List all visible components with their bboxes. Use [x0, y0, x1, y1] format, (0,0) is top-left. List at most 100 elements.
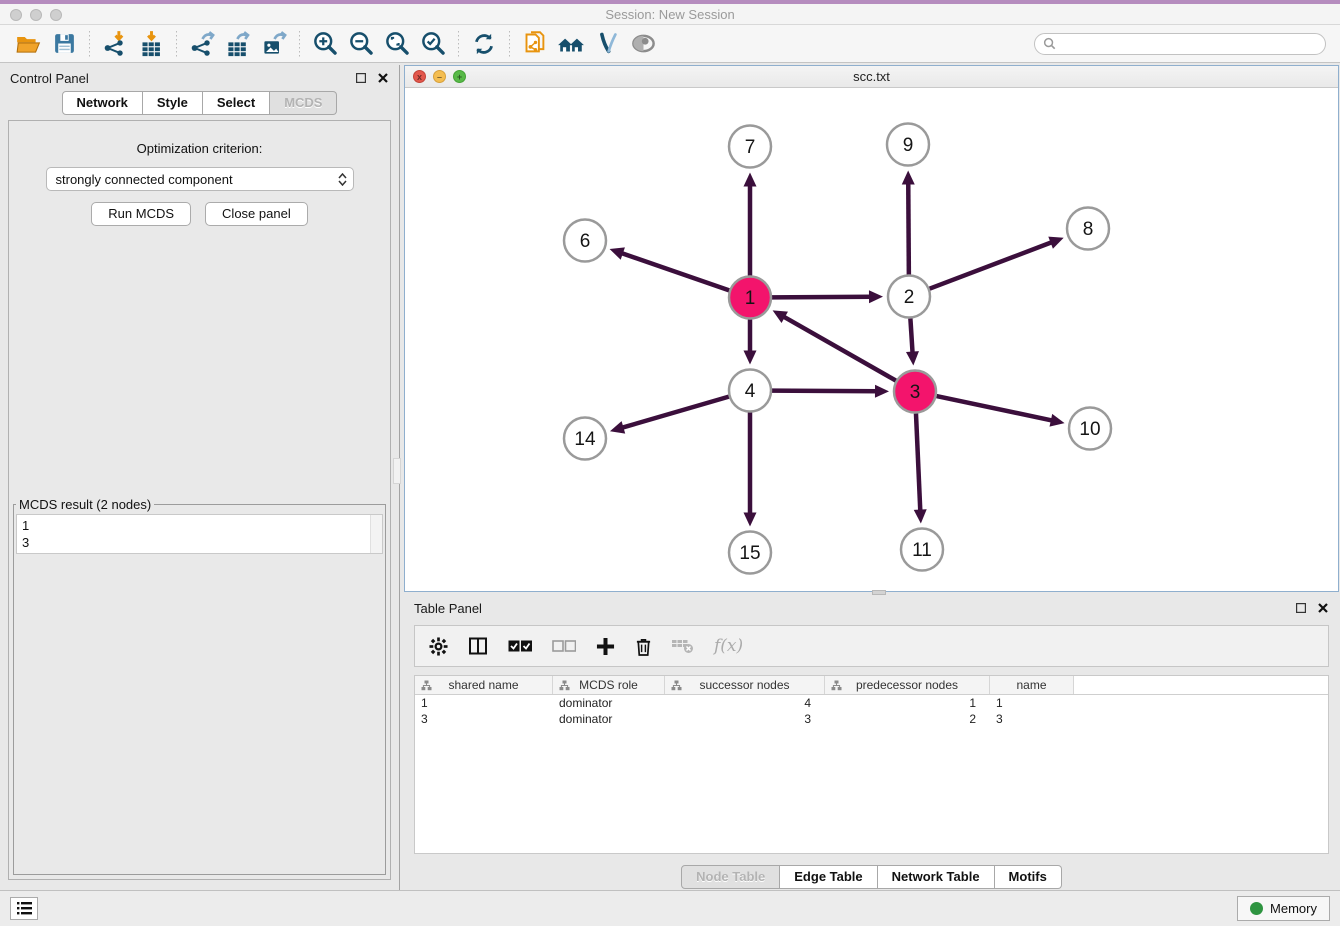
zoom-out-button[interactable] — [343, 28, 379, 60]
refresh-button[interactable] — [466, 28, 502, 60]
edge-3-1[interactable] — [781, 315, 896, 380]
table-row[interactable]: 1dominator411 — [415, 695, 1328, 711]
export-image-button[interactable] — [256, 28, 292, 60]
deselect-all-columns-button[interactable] — [552, 640, 576, 653]
float-panel-button[interactable] — [355, 72, 367, 84]
open-session-button[interactable] — [10, 28, 46, 60]
close-network-button[interactable]: x — [413, 70, 426, 83]
node-7[interactable]: 7 — [729, 126, 771, 168]
zoom-fit-button[interactable] — [379, 28, 415, 60]
tab-mcds[interactable]: MCDS — [270, 91, 337, 115]
criterion-select[interactable]: strongly connected component — [46, 167, 354, 191]
close-panel-button[interactable] — [377, 72, 389, 84]
checked-boxes-icon — [508, 640, 532, 653]
node-4[interactable]: 4 — [729, 370, 771, 412]
column-header-MCDS-role[interactable]: MCDS role — [553, 676, 665, 694]
import-table-button[interactable] — [133, 28, 169, 60]
zoom-selected-button[interactable] — [415, 28, 451, 60]
edge-2-3[interactable] — [910, 318, 912, 355]
minimize-window-button[interactable] — [30, 9, 42, 21]
run-mcds-button[interactable]: Run MCDS — [91, 202, 191, 226]
splitter-grip[interactable] — [393, 458, 401, 484]
add-column-button[interactable] — [596, 637, 615, 656]
node-1[interactable]: 1 — [729, 277, 771, 319]
cell-name[interactable]: 1 — [990, 695, 1074, 711]
cell-shared-name[interactable]: 1 — [415, 695, 553, 711]
node-3[interactable]: 3 — [894, 371, 936, 413]
close-table-panel-button[interactable] — [1317, 602, 1329, 614]
window-title: Session: New Session — [605, 7, 734, 22]
node-11[interactable]: 11 — [901, 529, 943, 571]
cell-name[interactable]: 3 — [990, 711, 1074, 727]
memory-status-icon — [1250, 902, 1263, 915]
cell-MCDS-role[interactable]: dominator — [553, 711, 665, 727]
node-8[interactable]: 8 — [1067, 208, 1109, 250]
cell-successor-nodes[interactable]: 4 — [665, 695, 825, 711]
function-builder-button[interactable]: f(x) — [714, 636, 743, 656]
node-table-header: shared nameMCDS rolesuccessor nodesprede… — [415, 676, 1328, 695]
node-6[interactable]: 6 — [564, 220, 606, 262]
search-input[interactable] — [1061, 37, 1317, 51]
zoom-in-button[interactable] — [307, 28, 343, 60]
export-network-button[interactable] — [184, 28, 220, 60]
edge-1-6[interactable] — [619, 252, 729, 290]
edge-1-2[interactable] — [772, 297, 873, 298]
tab-network[interactable]: Network — [62, 91, 143, 115]
task-history-button[interactable] — [10, 897, 38, 920]
node-9[interactable]: 9 — [887, 124, 929, 166]
column-header-predecessor-nodes[interactable]: predecessor nodes — [825, 676, 990, 694]
node-14[interactable]: 14 — [564, 418, 606, 460]
criterion-value: strongly connected component — [56, 172, 233, 187]
save-session-button[interactable] — [46, 28, 82, 60]
export-table-button[interactable] — [220, 28, 256, 60]
column-header-shared-name[interactable]: shared name — [415, 676, 553, 694]
select-all-columns-button[interactable] — [508, 640, 532, 653]
tab-select[interactable]: Select — [203, 91, 270, 115]
network-resize-grip[interactable] — [872, 590, 886, 595]
delete-column-button[interactable] — [635, 637, 652, 656]
tab-edge-table[interactable]: Edge Table — [780, 865, 877, 889]
show-columns-button[interactable] — [468, 636, 488, 656]
show-hide-button[interactable] — [625, 28, 661, 60]
edge-3-11[interactable] — [916, 413, 920, 513]
cell-shared-name[interactable]: 3 — [415, 711, 553, 727]
network-canvas[interactable]: 7 9 6 8 1 2 4 3 14 10 15 11 — [405, 88, 1338, 591]
delete-table-button[interactable] — [672, 639, 694, 654]
cell-MCDS-role[interactable]: dominator — [553, 695, 665, 711]
node-10[interactable]: 10 — [1069, 408, 1111, 450]
network-view-titlebar[interactable]: x – + scc.txt — [405, 66, 1338, 88]
memory-button[interactable]: Memory — [1237, 896, 1330, 921]
clone-network-button[interactable] — [517, 28, 553, 60]
zoom-window-button[interactable] — [50, 9, 62, 21]
apply-style-button[interactable] — [589, 28, 625, 60]
edge-4-14[interactable] — [620, 397, 729, 429]
cell-predecessor-nodes[interactable]: 2 — [825, 711, 990, 727]
edge-2-8[interactable] — [930, 241, 1055, 288]
home-button[interactable] — [553, 28, 589, 60]
table-row[interactable]: 3dominator323 — [415, 711, 1328, 727]
cell-predecessor-nodes[interactable]: 1 — [825, 695, 990, 711]
search-box[interactable] — [1034, 33, 1326, 55]
tab-motifs[interactable]: Motifs — [995, 865, 1062, 889]
edge-arrowhead — [1048, 237, 1063, 249]
float-table-panel-button[interactable] — [1295, 602, 1307, 614]
node-15[interactable]: 15 — [729, 532, 771, 574]
import-network-button[interactable] — [97, 28, 133, 60]
close-window-button[interactable] — [10, 9, 22, 21]
mcds-result-scrollbar[interactable] — [370, 515, 382, 553]
table-settings-button[interactable] — [429, 637, 448, 656]
zoom-network-button[interactable]: + — [453, 70, 466, 83]
node-2[interactable]: 2 — [888, 276, 930, 318]
edge-3-10[interactable] — [937, 396, 1055, 421]
column-header-successor-nodes[interactable]: successor nodes — [665, 676, 825, 694]
tab-style[interactable]: Style — [143, 91, 203, 115]
tab-node-table[interactable]: Node Table — [681, 865, 780, 889]
close-panel-button-mcds[interactable]: Close panel — [205, 202, 308, 226]
minimize-network-button[interactable]: – — [433, 70, 446, 83]
float-icon — [1296, 603, 1306, 613]
edge-2-9[interactable] — [908, 180, 909, 274]
tab-network-table[interactable]: Network Table — [878, 865, 995, 889]
edge-4-3[interactable] — [772, 391, 879, 392]
cell-successor-nodes[interactable]: 3 — [665, 711, 825, 727]
column-header-name[interactable]: name — [990, 676, 1074, 694]
